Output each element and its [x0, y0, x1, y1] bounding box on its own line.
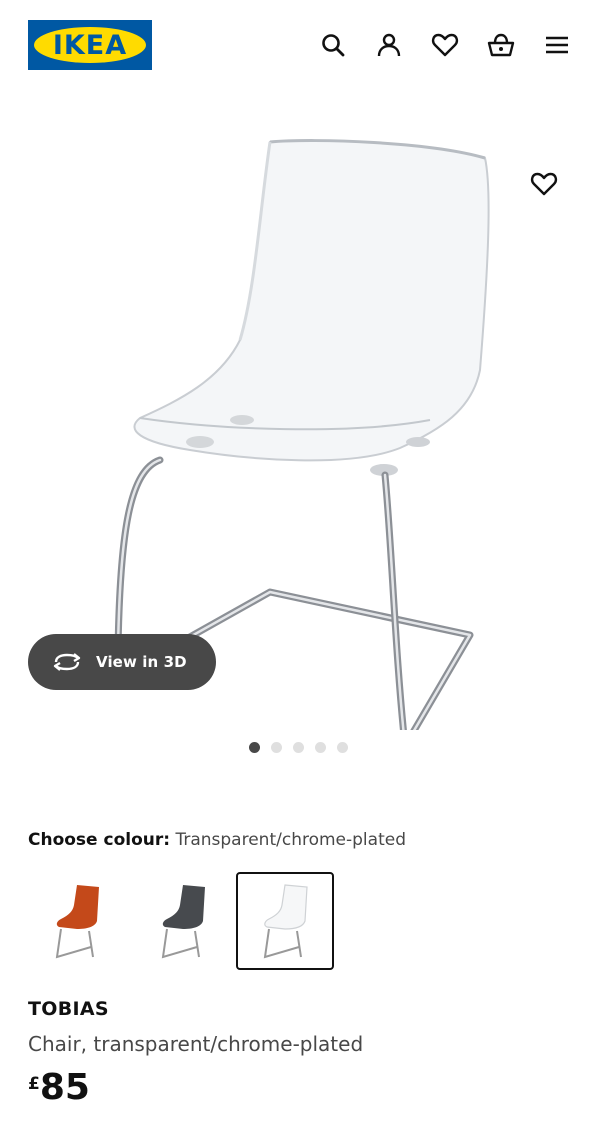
menu-icon[interactable] — [542, 30, 572, 60]
save-to-favourites-icon[interactable] — [528, 168, 560, 200]
product-price: £ 85 — [28, 1068, 90, 1108]
price-amount: 85 — [39, 1067, 90, 1108]
basket-icon[interactable] — [486, 30, 516, 60]
price-currency: £ — [28, 1074, 40, 1094]
pagination-dot[interactable] — [249, 742, 260, 753]
rotate-3d-icon — [53, 653, 81, 671]
ikea-logo[interactable]: IKEA — [28, 20, 152, 70]
account-icon[interactable] — [374, 30, 404, 60]
colour-value: Transparent/chrome-plated — [175, 830, 406, 850]
view-in-3d-button[interactable]: View in 3D — [28, 634, 216, 690]
favourites-icon[interactable] — [430, 30, 460, 60]
product-gallery: View in 3D — [0, 90, 600, 780]
colour-selector-heading: Choose colour: Transparent/chrome-plated — [28, 830, 406, 850]
logo-text: IKEA — [53, 30, 127, 61]
search-icon[interactable] — [318, 30, 348, 60]
logo-mark: IKEA — [34, 27, 146, 63]
colour-label: Choose colour: — [28, 830, 171, 850]
pagination-dot[interactable] — [293, 742, 304, 753]
pagination-dot[interactable] — [337, 742, 348, 753]
colour-swatch-transparent[interactable] — [236, 872, 334, 970]
colour-swatch-dark-grey[interactable] — [134, 872, 232, 970]
image-pagination — [249, 742, 348, 754]
site-header: IKEA — [0, 0, 600, 90]
product-name: TOBIAS — [28, 998, 109, 1020]
pagination-dot[interactable] — [315, 742, 326, 753]
colour-swatch-orange[interactable] — [28, 872, 126, 970]
product-description: Chair, transparent/chrome-plated — [28, 1032, 364, 1056]
view-in-3d-label: View in 3D — [96, 653, 187, 671]
pagination-dot[interactable] — [271, 742, 282, 753]
